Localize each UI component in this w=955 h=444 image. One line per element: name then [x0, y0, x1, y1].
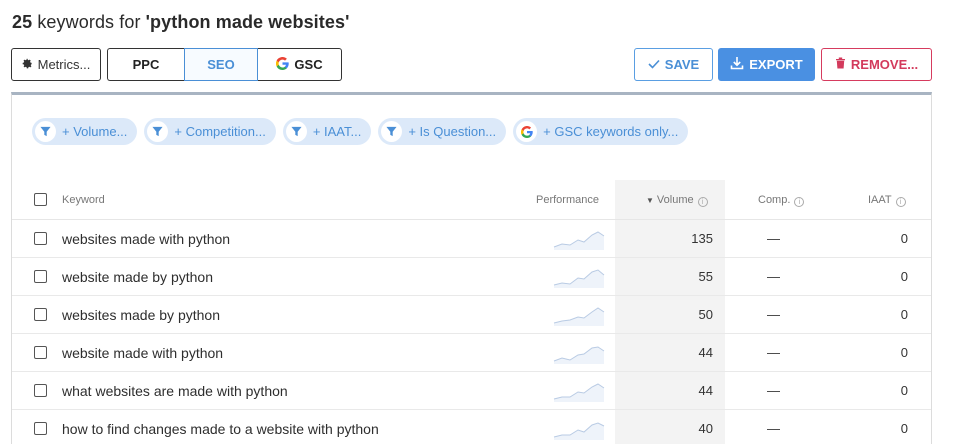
volume-cell: 50	[698, 307, 713, 322]
filter-icon	[285, 121, 307, 142]
keywords-panel: + Volume... + Competition... + IAAT... +…	[11, 92, 932, 444]
ppc-label: PPC	[132, 57, 160, 72]
volume-cell: 44	[698, 345, 713, 360]
row-checkbox[interactable]	[34, 308, 47, 321]
table-row: how to find changes made to a website wi…	[12, 410, 931, 444]
info-icon[interactable]: i	[697, 197, 708, 207]
performance-sparkline	[553, 231, 605, 250]
keyword-count: 25	[12, 12, 33, 32]
row-checkbox[interactable]	[34, 422, 47, 435]
comp-cell: —	[767, 307, 780, 322]
google-icon	[516, 121, 538, 142]
seo-button[interactable]: SEO	[184, 48, 258, 81]
filter-chip-label: + Competition...	[174, 124, 266, 139]
filter-icon	[35, 121, 56, 142]
keyword-cell: how to find changes made to a website wi…	[62, 421, 379, 437]
row-checkbox[interactable]	[34, 384, 47, 397]
comp-column-header[interactable]: Comp. i	[758, 194, 805, 207]
volume-cell: 135	[691, 231, 713, 246]
row-checkbox[interactable]	[34, 232, 47, 245]
keyword-cell: website made with python	[62, 345, 224, 361]
performance-sparkline	[553, 346, 605, 364]
keyword-table-body: websites made with python 135 — 0 websit…	[12, 220, 931, 444]
filter-chip-competition[interactable]: + Competition...	[144, 118, 276, 145]
filter-chips: + Volume... + Competition... + IAAT... +…	[32, 118, 689, 145]
volume-cell: 55	[698, 269, 713, 284]
iaat-cell: 0	[900, 421, 908, 436]
search-query: 'python made websites'	[145, 12, 350, 32]
filter-chip-label: + IAAT...	[312, 124, 362, 139]
filter-icon	[381, 121, 403, 142]
sort-desc-icon: ▼	[646, 196, 654, 205]
volume-header-label: Volume	[656, 194, 694, 206]
row-checkbox[interactable]	[34, 346, 47, 359]
comp-cell: —	[767, 421, 780, 436]
performance-sparkline	[553, 269, 605, 288]
check-icon	[648, 57, 660, 72]
keyword-cell: what websites are made with python	[62, 383, 288, 399]
select-all-checkbox[interactable]	[34, 193, 47, 206]
iaat-cell: 0	[900, 383, 908, 398]
table-row: websites made with python 135 — 0	[12, 220, 931, 258]
google-icon	[276, 56, 290, 73]
volume-cell: 44	[698, 383, 713, 398]
keyword-cell: website made by python	[62, 269, 213, 285]
comp-cell: —	[767, 383, 780, 398]
keyword-column-header[interactable]: Keyword	[62, 194, 105, 206]
ppc-button[interactable]: PPC	[107, 48, 184, 81]
table-row: website made with python 44 — 0	[12, 334, 931, 372]
iaat-cell: 0	[900, 345, 908, 360]
comp-cell: —	[767, 269, 780, 284]
trash-icon	[835, 57, 846, 72]
table-row: what websites are made with python 44 — …	[12, 372, 931, 410]
volume-cell: 40	[698, 421, 713, 436]
keyword-cell: websites made by python	[62, 307, 220, 323]
save-label: SAVE	[664, 57, 700, 72]
keyword-cell: websites made with python	[62, 231, 231, 247]
volume-column-header[interactable]: ▼ Volume i	[646, 194, 708, 207]
comp-header-label: Comp.	[758, 194, 791, 206]
gsc-label: GSC	[294, 57, 323, 72]
filter-icon	[147, 121, 169, 142]
info-icon[interactable]: i	[794, 197, 805, 207]
filter-chip-volume[interactable]: + Volume...	[32, 118, 138, 145]
remove-button[interactable]: REMOVE...	[821, 48, 932, 81]
iaat-cell: 0	[900, 307, 908, 322]
filter-chip-iaat[interactable]: + IAAT...	[282, 118, 372, 145]
row-checkbox[interactable]	[34, 270, 47, 283]
info-icon[interactable]: i	[895, 197, 906, 207]
page-title: 25 keywords for 'python made websites'	[12, 12, 349, 33]
iaat-cell: 0	[900, 269, 908, 284]
metrics-label: Metrics...	[37, 57, 91, 72]
metrics-button[interactable]: Metrics...	[11, 48, 101, 81]
remove-label: REMOVE...	[850, 57, 919, 72]
performance-column-header: Performance	[536, 194, 599, 206]
mode-toggle: PPC SEO GSC	[107, 48, 342, 81]
comp-cell: —	[767, 345, 780, 360]
filter-chip-label: + GSC keywords only...	[543, 124, 679, 139]
performance-sparkline	[553, 383, 605, 402]
download-icon	[730, 56, 744, 73]
iaat-header-label: IAAT	[868, 194, 892, 206]
filter-chip-question[interactable]: + Is Question...	[378, 118, 507, 145]
table-header: Keyword Performance ▼ Volume i Comp. i IAAT…	[12, 180, 931, 220]
filter-chip-gsc[interactable]: + GSC keywords only...	[513, 118, 689, 145]
title-prefix: keywords for	[32, 12, 146, 32]
comp-cell: —	[767, 231, 780, 246]
export-label: EXPORT	[749, 57, 803, 72]
table-row: websites made by python 50 — 0	[12, 296, 931, 334]
gear-icon	[22, 57, 33, 72]
iaat-column-header[interactable]: IAAT i	[868, 194, 906, 207]
iaat-cell: 0	[900, 231, 908, 246]
table-row: website made by python 55 — 0	[12, 258, 931, 296]
export-button[interactable]: EXPORT	[718, 48, 815, 81]
filter-chip-label: + Is Question...	[408, 124, 497, 139]
performance-sparkline	[553, 307, 605, 326]
gsc-button[interactable]: GSC	[258, 48, 342, 81]
save-button[interactable]: SAVE	[634, 48, 713, 81]
filter-chip-label: + Volume...	[62, 124, 128, 139]
performance-sparkline	[553, 422, 605, 440]
seo-label: SEO	[207, 57, 235, 72]
